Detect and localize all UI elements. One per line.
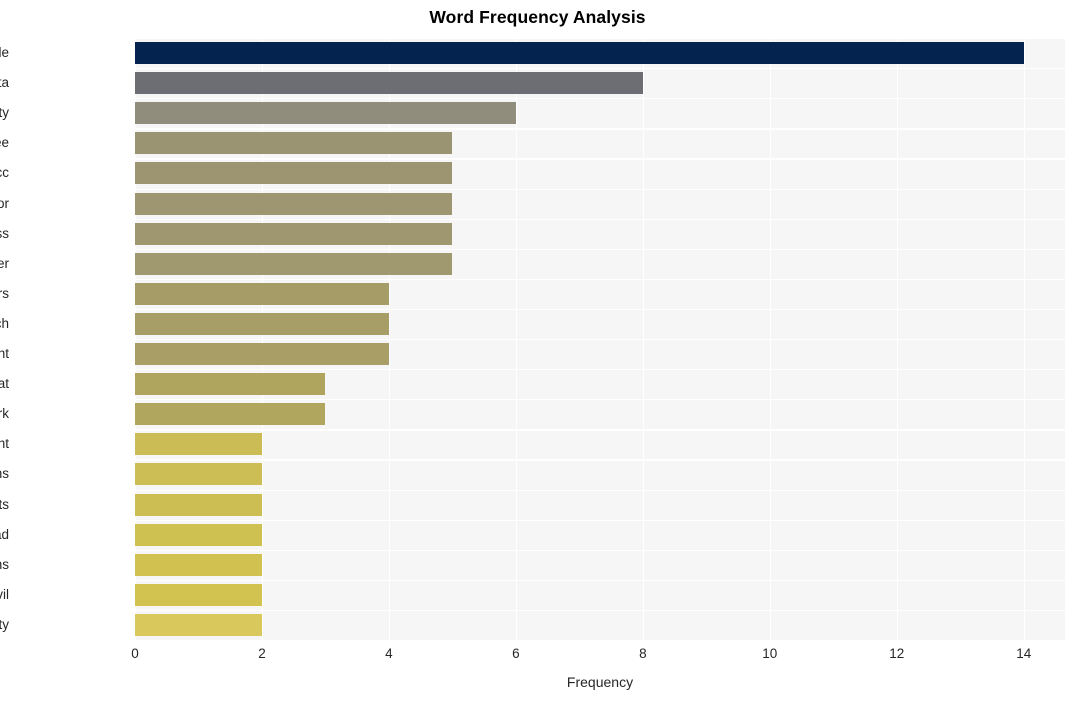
bar [135,433,262,456]
gridline-horizontal [135,369,1065,371]
gridline-horizontal [135,609,1065,612]
gridline-horizontal [135,489,1065,491]
y-axis-tick-label: customer [0,255,9,271]
gridline-horizontal [135,429,1065,431]
y-axis-tick-label: actor [0,195,9,211]
y-axis-tick-label: fcc [0,165,9,181]
bar [135,252,453,275]
y-axis-tick-label: incidents [0,496,9,512]
y-axis-tick-label: penalty [0,616,9,632]
gridline-horizontal [135,549,1065,551]
gridline-horizontal [135,278,1065,281]
x-axis-label: Frequency [566,674,634,690]
y-axis-tick-label: settlement [0,436,9,452]
gridline-horizontal [135,339,1065,341]
word-frequency-chart-figure: Word Frequency Analysis mobile data cybers… [0,0,1075,701]
x-axis-tick-label: 4 [385,646,393,661]
bar [135,553,262,576]
gridline-horizontal [135,579,1065,582]
gridline-horizontal [135,128,1065,130]
gridline-horizontal [135,98,1065,100]
y-axis-tick-label: communications [0,466,9,482]
bar [135,493,262,516]
bar [135,312,389,335]
bar [135,132,453,155]
gridline-horizontal [135,459,1065,461]
bar [135,282,389,305]
bar [135,523,262,546]
bar [135,343,389,366]
bar [135,583,262,606]
gridline-horizontal [135,308,1065,311]
bar [135,463,262,486]
y-axis-tick-label: threat [0,376,9,392]
y-axis-tick-label: millions [0,556,9,572]
x-axis-tick-label: 0 [131,646,139,661]
gridline-horizontal [135,399,1065,401]
chart-title: Word Frequency Analysis [429,7,646,27]
plot-area [135,38,1065,640]
bar [135,102,516,125]
bar [135,42,1024,65]
bar [135,72,643,95]
y-axis-tick-label: customers [0,285,9,301]
gridline-horizontal [135,519,1065,521]
y-axis-tick-label: cybersecurity [0,105,9,121]
gridline-horizontal [135,38,1065,40]
y-axis-tick-label: agree [0,135,9,151]
bar [135,403,326,426]
y-axis-tick-label: account [0,346,9,362]
bar [135,222,453,245]
x-axis-tick-label: 12 [889,646,905,661]
x-axis-tick-label: 8 [639,646,647,661]
y-axis-tick-label: data [0,75,9,91]
y-axis-tick-label: mobile [0,45,9,61]
x-axis-tick-label: 2 [258,646,266,661]
y-axis-tick-label: access [0,225,9,241]
x-axis-tick-label: 14 [1016,646,1032,661]
gridline-horizontal [135,188,1065,190]
y-axis-tick-label: civil [0,586,9,602]
x-axis-tick-label: 6 [512,646,520,661]
bar [135,162,453,185]
y-axis-tick-label: breach [0,315,9,331]
y-axis-tick-label: network [0,406,9,422]
bar [135,373,326,396]
gridline-horizontal [135,248,1065,250]
gridline-horizontal [135,68,1065,70]
y-axis-tick-label: lead [0,526,9,542]
bar [135,192,453,215]
gridline-horizontal [135,218,1065,220]
x-axis-tick-label: 10 [762,646,778,661]
gridline-horizontal [135,158,1065,160]
bar [135,613,262,636]
